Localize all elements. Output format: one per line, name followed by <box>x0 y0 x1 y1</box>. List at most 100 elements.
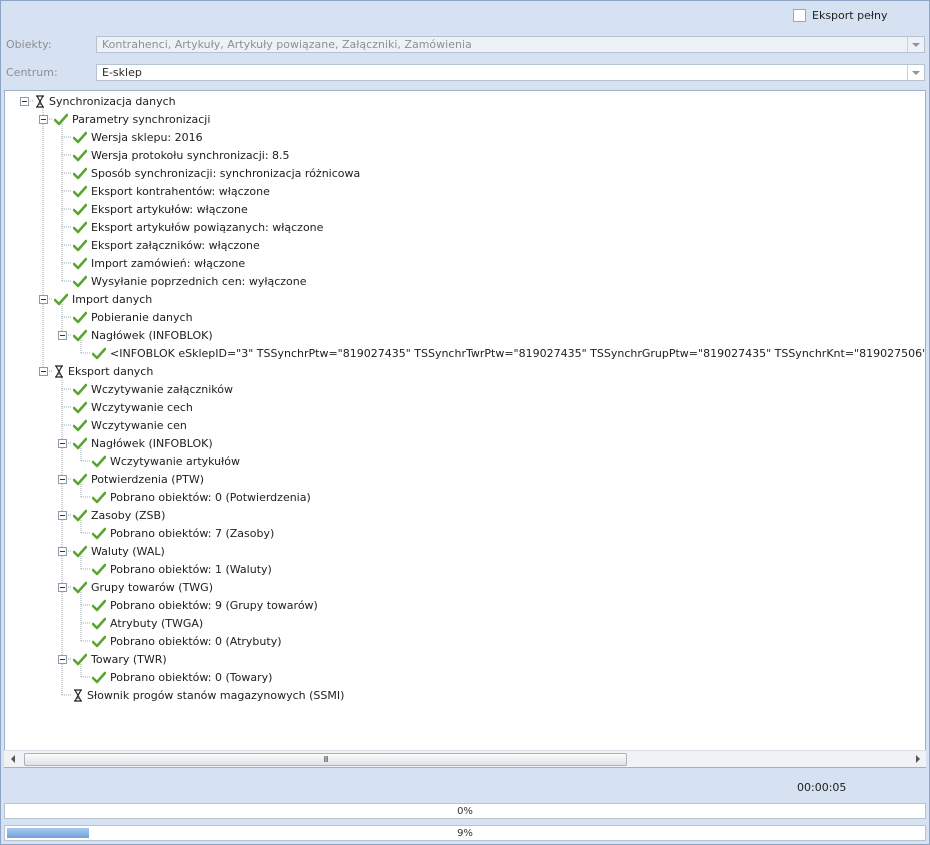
check-icon <box>92 563 106 576</box>
objects-combo[interactable]: Kontrahenci, Artykuły, Artykuły powiązan… <box>96 36 925 53</box>
export-full-option[interactable]: Eksport pełny <box>793 9 887 22</box>
collapse-toggle-icon[interactable] <box>58 439 67 448</box>
check-icon <box>73 329 87 342</box>
tree-node-label: Parametry synchronizacji <box>72 112 211 126</box>
tree-node-label: Synchronizacja danych <box>49 94 176 108</box>
check-icon <box>92 527 106 540</box>
hourglass-icon <box>54 364 64 378</box>
tree-node[interactable]: Wczytywanie cech <box>73 398 193 416</box>
tree-node[interactable]: Pobrano obiektów: 9 (Grupy towarów) <box>92 596 318 614</box>
tree-node[interactable]: Atrybuty (TWGA) <box>92 614 203 632</box>
tree-node[interactable]: Import danych <box>54 290 152 308</box>
tree-node[interactable]: Waluty (WAL) <box>73 542 165 560</box>
tree-node[interactable]: Sposób synchronizacji: synchronizacja ró… <box>73 164 360 182</box>
tree-node[interactable]: Import zamówień: włączone <box>73 254 245 272</box>
tree-node[interactable]: Towary (TWR) <box>73 650 167 668</box>
tree-node[interactable]: Nagłówek (INFOBLOK) <box>73 326 213 344</box>
tree-node[interactable]: Synchronizacja danych <box>35 92 176 110</box>
collapse-toggle-icon[interactable] <box>58 331 67 340</box>
check-icon <box>73 653 87 666</box>
scroll-left-arrow-icon[interactable] <box>4 751 21 767</box>
tree-node[interactable]: Eksport danych <box>54 362 153 380</box>
progress-bar-overall: 0% <box>4 803 926 819</box>
tree-node[interactable]: Grupy towarów (TWG) <box>73 578 213 596</box>
tree-node[interactable]: Wersja protokołu synchronizacji: 8.5 <box>73 146 290 164</box>
tree-node[interactable]: Pobrano obiektów: 0 (Atrybuty) <box>92 632 282 650</box>
tree-node-label: Sposób synchronizacji: synchronizacja ró… <box>91 166 361 180</box>
check-icon <box>73 131 87 144</box>
tree-node[interactable]: Wersja sklepu: 2016 <box>73 128 203 146</box>
hourglass-icon <box>35 94 45 108</box>
tree-node[interactable]: Eksport artykułów powiązanych: włączone <box>73 218 323 236</box>
tree-node-label: Eksport artykułów: włączone <box>91 202 248 216</box>
check-icon <box>92 635 106 648</box>
tree-node[interactable]: Parametry synchronizacji <box>54 110 210 128</box>
check-icon <box>73 311 87 324</box>
collapse-toggle-icon[interactable] <box>58 511 67 520</box>
collapse-toggle-icon[interactable] <box>39 295 48 304</box>
tree-node[interactable]: Eksport artykułów: włączone <box>73 200 248 218</box>
tree-node[interactable]: Pobrano obiektów: 7 (Zasoby) <box>92 524 274 542</box>
check-icon <box>54 293 68 306</box>
hourglass-icon <box>73 688 83 702</box>
check-icon <box>73 383 87 396</box>
tree-node-label: Nagłówek (INFOBLOK) <box>91 328 213 342</box>
tree-node-label: Pobieranie danych <box>91 310 193 324</box>
check-icon <box>73 401 87 414</box>
tree-node[interactable]: Pobrano obiektów: 1 (Waluty) <box>92 560 272 578</box>
collapse-toggle-icon[interactable] <box>58 475 67 484</box>
tree-node-label: Eksport artykułów powiązanych: włączone <box>91 220 324 234</box>
tree-node-label: Pobrano obiektów: 0 (Towary) <box>110 670 273 684</box>
tree-node[interactable]: Nagłówek (INFOBLOK) <box>73 434 213 452</box>
objects-label: Obiekty: <box>6 38 52 51</box>
horizontal-scrollbar[interactable]: III <box>4 750 926 767</box>
center-value: E-sklep <box>102 66 142 79</box>
tree-node-label: Wersja sklepu: 2016 <box>91 130 203 144</box>
tree-node[interactable]: Zasoby (ZSB) <box>73 506 165 524</box>
chevron-down-icon[interactable] <box>907 37 924 52</box>
tree-node[interactable]: Eksport załączników: włączone <box>73 236 260 254</box>
tree-node[interactable]: Wczytywanie artykułów <box>92 452 240 470</box>
check-icon <box>92 455 106 468</box>
scroll-right-arrow-icon[interactable] <box>909 751 926 767</box>
tree-node[interactable]: Potwierdzenia (PTW) <box>73 470 204 488</box>
check-icon <box>73 203 87 216</box>
check-icon <box>73 239 87 252</box>
scrollbar-thumb[interactable]: III <box>24 753 627 766</box>
check-icon <box>73 185 87 198</box>
tree-node-label: Wysyłanie poprzednich cen: wyłączone <box>91 274 307 288</box>
tree-node-label: Zasoby (ZSB) <box>91 508 166 522</box>
check-icon <box>73 437 87 450</box>
tree-node-label: Grupy towarów (TWG) <box>91 580 213 594</box>
tree-node[interactable]: Wczytywanie załączników <box>73 380 233 398</box>
tree-node[interactable]: <INFOBLOK eSklepID="3" TSSynchrPtw="8190… <box>92 344 925 362</box>
export-full-checkbox[interactable] <box>793 9 806 22</box>
tree-node[interactable]: Eksport kontrahentów: włączone <box>73 182 270 200</box>
check-icon <box>73 581 87 594</box>
tree-node[interactable]: Wczytywanie cen <box>73 416 187 434</box>
elapsed-time: 00:00:05 <box>797 781 847 794</box>
tree-node[interactable]: Wysyłanie poprzednich cen: wyłączone <box>73 272 307 290</box>
tree-node-label: Wczytywanie załączników <box>91 382 233 396</box>
tree-node[interactable]: Słownik progów stanów magazynowych (SSMI… <box>73 686 344 704</box>
collapse-toggle-icon[interactable] <box>39 367 48 376</box>
collapse-toggle-icon[interactable] <box>58 655 67 664</box>
tree-node-label: Eksport załączników: włączone <box>91 238 260 252</box>
collapse-toggle-icon[interactable] <box>39 115 48 124</box>
collapse-toggle-icon[interactable] <box>58 547 67 556</box>
tree-node-label: Towary (TWR) <box>91 652 167 666</box>
collapse-toggle-icon[interactable] <box>20 97 29 106</box>
tree-node-label: Pobrano obiektów: 0 (Potwierdzenia) <box>110 490 311 504</box>
check-icon <box>92 671 106 684</box>
tree-node[interactable]: Pobrano obiektów: 0 (Potwierdzenia) <box>92 488 311 506</box>
tree-node-label: Wczytywanie cech <box>91 400 193 414</box>
collapse-toggle-icon[interactable] <box>58 583 67 592</box>
tree-node[interactable]: Pobrano obiektów: 0 (Towary) <box>92 668 272 686</box>
chevron-down-icon[interactable] <box>907 65 924 80</box>
tree-node[interactable]: Pobieranie danych <box>73 308 193 326</box>
progress-percent: 9% <box>457 827 473 839</box>
center-combo[interactable]: E-sklep <box>96 64 925 81</box>
sync-log-tree[interactable]: Synchronizacja danych Parametry synchroni… <box>4 90 926 768</box>
check-icon <box>54 113 68 126</box>
check-icon <box>73 221 87 234</box>
